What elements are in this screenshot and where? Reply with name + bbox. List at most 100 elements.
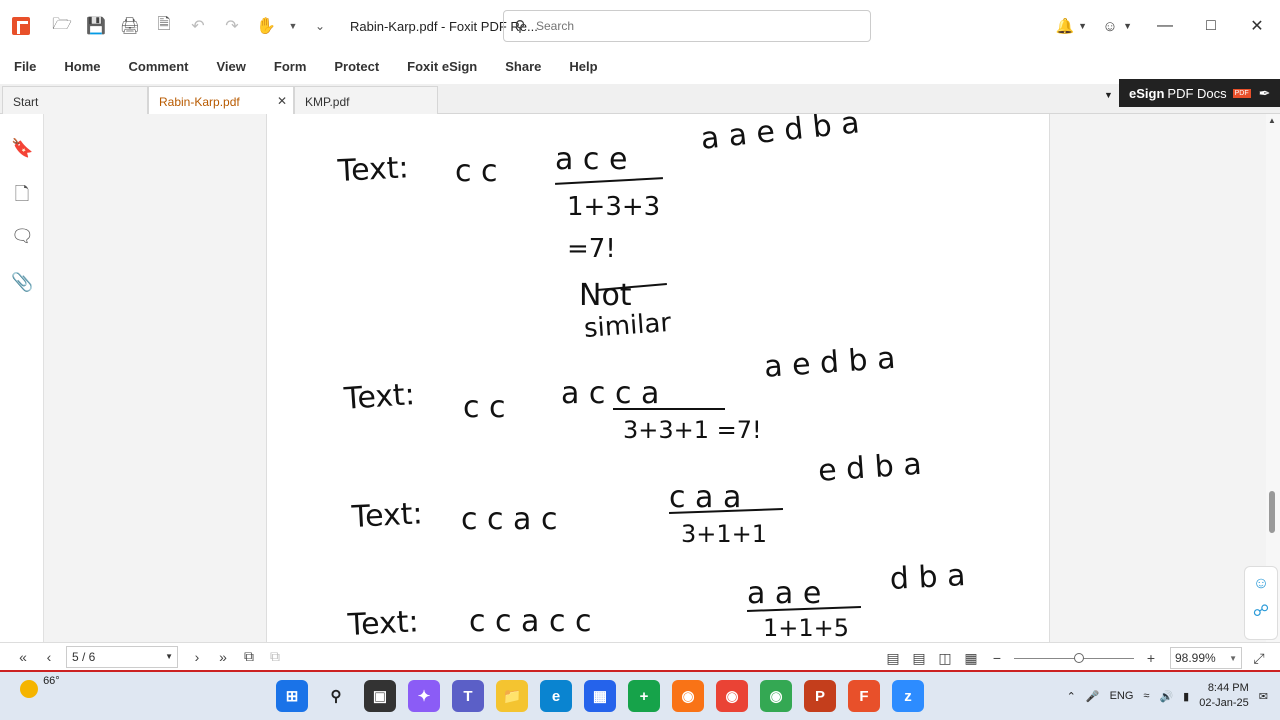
close-tab-icon[interactable]: ✕ <box>277 94 287 108</box>
close-button[interactable]: ✕ <box>1234 0 1280 52</box>
scroll-thumb[interactable] <box>1269 491 1275 533</box>
fullscreen-icon[interactable]: ⤢ <box>1246 650 1272 667</box>
windows-start-icon[interactable]: ⊞ <box>276 680 308 712</box>
powerpoint-icon[interactable]: P <box>804 680 836 712</box>
undo-icon[interactable]: ↶ <box>186 14 210 38</box>
esign-pdf-docs-button[interactable]: eSign PDF Docs PDF ✒ <box>1119 79 1280 107</box>
search-box[interactable]: ⚲ <box>503 10 871 42</box>
line3-chars: c c a c <box>461 502 558 537</box>
menu-bar: File Home Comment View Form Protect Foxi… <box>0 52 1280 80</box>
ai-assistant-icon[interactable]: ☍ <box>1245 601 1277 621</box>
clock[interactable]: 8:44 PM 02-Jan-25 <box>1199 681 1249 711</box>
foxit-reader-icon[interactable]: F <box>848 680 880 712</box>
chevron-down-icon[interactable]: ⌄ <box>308 14 332 38</box>
redo-icon[interactable]: ↷ <box>220 14 244 38</box>
menu-comment[interactable]: Comment <box>129 59 189 74</box>
smiley-assistant-icon[interactable]: ☺ <box>1245 575 1277 593</box>
vertical-scrollbar[interactable]: ▲ <box>1266 114 1280 642</box>
search-icon[interactable]: ⚲ <box>320 680 352 712</box>
menu-protect[interactable]: Protect <box>334 59 379 74</box>
note-not: Not <box>579 278 632 313</box>
zoom-dropdown-icon[interactable]: ▼ <box>1229 654 1237 663</box>
customize-dropdown-icon[interactable]: ▼ <box>288 14 298 38</box>
account-dropdown-icon[interactable]: ▼ <box>1123 21 1132 31</box>
firefox-icon[interactable]: ◉ <box>672 680 704 712</box>
chrome-icon[interactable]: ◉ <box>716 680 748 712</box>
microphone-icon[interactable]: 🎤 <box>1086 690 1100 703</box>
first-page-icon[interactable]: « <box>10 649 36 665</box>
bell-icon[interactable]: 🔔 <box>1052 13 1078 39</box>
last-page-icon[interactable]: » <box>210 649 236 665</box>
open-folder-icon[interactable]: 🗁 <box>50 14 74 38</box>
tab-list-dropdown-icon[interactable]: ▼ <box>1104 90 1113 100</box>
menu-form[interactable]: Form <box>274 59 307 74</box>
rotate-view-icon[interactable]: ⧉ <box>236 648 262 665</box>
screenshot-icon[interactable]: ⧉ <box>262 648 288 665</box>
next-page-icon[interactable]: › <box>184 649 210 665</box>
store-icon[interactable]: ▦ <box>584 680 616 712</box>
task-view-icon[interactable]: ▣ <box>364 680 396 712</box>
app-icon[interactable]: + <box>628 680 660 712</box>
chevron-up-icon[interactable]: ⌃ <box>1067 690 1076 703</box>
tab-label: KMP.pdf <box>305 95 350 109</box>
continuous-page-icon[interactable]: ▤ <box>906 650 932 667</box>
menu-help[interactable]: Help <box>569 59 597 74</box>
create-pdf-icon[interactable]: 🗎 <box>152 14 176 38</box>
page-number-field[interactable]: 5 / 6 ▼ <box>66 645 178 668</box>
hand-tool-icon[interactable]: ✋ <box>254 14 278 38</box>
calc1: 1+3+3 <box>567 192 661 222</box>
line2-window: a c c a <box>561 376 660 411</box>
copilot-icon[interactable]: ✦ <box>408 680 440 712</box>
language-indicator[interactable]: ENG <box>1110 690 1134 702</box>
minimize-button[interactable]: — <box>1142 0 1188 52</box>
pages-icon[interactable]: 🗋 <box>11 182 33 204</box>
bell-dropdown-icon[interactable]: ▼ <box>1078 21 1087 31</box>
tab-label: Rabin-Karp.pdf <box>159 95 240 109</box>
menu-view[interactable]: View <box>216 59 245 74</box>
weather-widget[interactable]: 66° <box>20 675 60 698</box>
wifi-icon[interactable]: ≈ <box>1143 690 1149 702</box>
pdf-page: ​ Text: c c a c e a a e d b a 1+3+3 =7! … <box>266 114 1050 642</box>
line1-prefix: Text: <box>337 150 410 189</box>
line2-chars: c c <box>463 390 506 425</box>
maximize-button[interactable]: □ <box>1188 0 1234 52</box>
menu-home[interactable]: Home <box>64 59 100 74</box>
print-icon[interactable]: 🖨 <box>118 14 142 38</box>
window-underline <box>613 408 725 410</box>
save-icon[interactable]: 💾 <box>84 14 108 38</box>
zoom-out-icon[interactable]: − <box>984 650 1010 666</box>
single-page-icon[interactable]: ▤ <box>880 650 906 667</box>
tab-kmp[interactable]: KMP.pdf <box>294 86 438 114</box>
file-explorer-icon[interactable]: 📁 <box>496 680 528 712</box>
volume-icon[interactable]: 🔊 <box>1159 690 1173 703</box>
zoom-slider-knob[interactable] <box>1074 652 1084 663</box>
scroll-up-icon[interactable]: ▲ <box>1268 116 1276 125</box>
document-viewport[interactable]: ​ Text: c c a c e a a e d b a 1+3+3 =7! … <box>44 114 1266 642</box>
facing-page-icon[interactable]: ◫ <box>932 650 958 667</box>
battery-icon[interactable]: ▮ <box>1183 690 1189 703</box>
signature-pen-icon: ✒ <box>1258 84 1271 101</box>
teams-icon[interactable]: T <box>452 680 484 712</box>
zoom-icon[interactable]: z <box>892 680 924 712</box>
menu-file[interactable]: File <box>14 59 36 74</box>
continuous-facing-icon[interactable]: ▦ <box>958 650 984 667</box>
attachment-icon[interactable]: 📎 <box>11 272 33 294</box>
notification-icon[interactable]: ✉ <box>1259 690 1268 703</box>
comments-icon[interactable]: 🗨 <box>11 226 34 248</box>
title-bar: 🗁 💾 🖨 🗎 ↶ ↷ ✋ ▼ ⌄ Rabin-Karp.pdf - Foxit… <box>0 0 1280 52</box>
tab-rabin-karp[interactable]: Rabin-Karp.pdf ✕ <box>148 86 294 114</box>
previous-page-icon[interactable]: ‹ <box>36 649 62 665</box>
zoom-in-icon[interactable]: + <box>1138 650 1164 666</box>
page-dropdown-icon[interactable]: ▼ <box>165 652 173 661</box>
tab-start[interactable]: Start <box>2 86 148 114</box>
tab-label: Start <box>13 95 39 109</box>
search-input[interactable] <box>536 19 836 33</box>
bookmark-icon[interactable]: 🔖 <box>11 138 33 160</box>
zoom-slider[interactable] <box>1014 652 1134 663</box>
menu-foxit-esign[interactable]: Foxit eSign <box>407 59 477 74</box>
edge-icon[interactable]: e <box>540 680 572 712</box>
chrome-profile-icon[interactable]: ◉ <box>760 680 792 712</box>
account-icon[interactable]: ☺ <box>1097 13 1123 39</box>
menu-share[interactable]: Share <box>505 59 541 74</box>
zoom-level-field[interactable]: 98.99% ▼ <box>1170 647 1242 669</box>
